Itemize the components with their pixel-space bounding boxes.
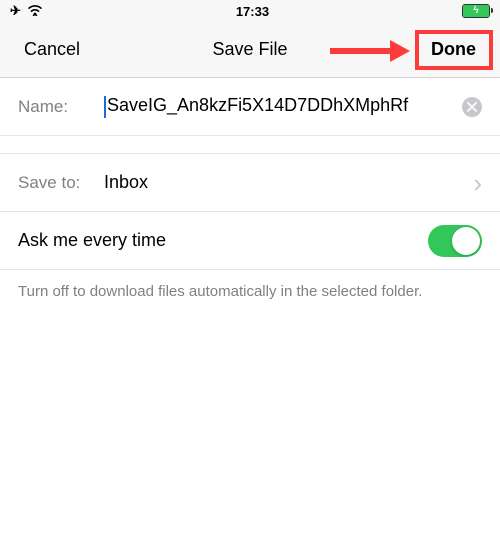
name-value-text: SaveIG_An8kzFi5X14D7DDhXMphRf (107, 95, 408, 115)
name-label: Name: (18, 97, 104, 117)
switch-knob (452, 227, 480, 255)
text-cursor (104, 96, 106, 118)
wifi-icon (27, 4, 43, 19)
page-title: Save File (212, 39, 287, 60)
done-button[interactable]: Done (423, 35, 484, 64)
ask-toggle-switch[interactable] (428, 225, 482, 257)
battery-icon: ϟ (462, 4, 490, 18)
status-time: 17:33 (236, 4, 269, 19)
chevron-right-icon: › (473, 170, 482, 196)
status-right: ϟ (462, 4, 490, 18)
ask-toggle-label: Ask me every time (18, 230, 166, 251)
save-to-label: Save to: (18, 173, 104, 193)
clear-text-button[interactable] (462, 97, 482, 117)
ask-toggle-row: Ask me every time (0, 212, 500, 270)
cancel-button[interactable]: Cancel (16, 35, 88, 64)
footer-description: Turn off to download files automatically… (0, 270, 500, 314)
save-to-value: Inbox (104, 172, 473, 193)
annotation-arrow (330, 42, 410, 60)
save-to-row[interactable]: Save to: Inbox › (0, 154, 500, 212)
name-row[interactable]: Name: SaveIG_An8kzFi5X14D7DDhXMphRf (0, 78, 500, 136)
charging-icon: ϟ (473, 6, 478, 16)
close-icon (467, 102, 477, 112)
nav-bar: Cancel Save File Done (0, 22, 500, 78)
name-input[interactable]: SaveIG_An8kzFi5X14D7DDhXMphRf (104, 95, 456, 117)
separator-row (0, 136, 500, 154)
airplane-mode-icon: ✈︎ (10, 3, 21, 19)
status-left: ✈︎ (10, 3, 43, 19)
status-bar: ✈︎ 17:33 ϟ (0, 0, 500, 22)
